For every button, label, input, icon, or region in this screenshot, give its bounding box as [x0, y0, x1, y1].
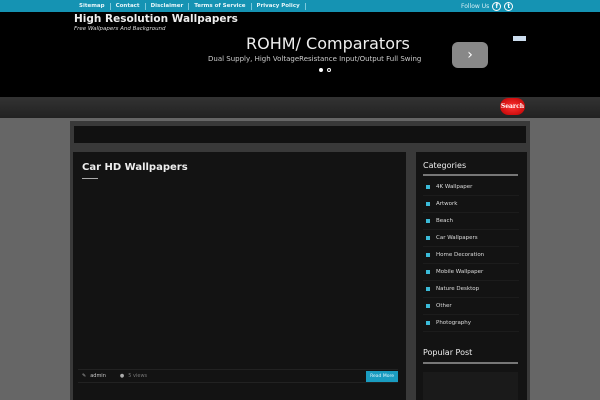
- link-contact[interactable]: Contact: [111, 2, 146, 10]
- ad-dot-1[interactable]: [319, 68, 323, 72]
- ad-subtitle: Dual Supply, High VoltageResistance Inpu…: [208, 55, 422, 63]
- popular-post-title: Popular Post: [423, 348, 473, 357]
- category-item[interactable]: Car Wallpapers: [423, 230, 519, 247]
- category-label: Nature Desktop: [436, 286, 480, 292]
- category-item[interactable]: Nature Desktop: [423, 281, 519, 298]
- category-item[interactable]: Mobile Wallpaper: [423, 264, 519, 281]
- eye-icon: ●: [119, 373, 125, 379]
- ad-title[interactable]: ROHM/ Comparators: [246, 34, 410, 53]
- post-views: 5 views: [128, 373, 148, 379]
- bullet-icon: [426, 253, 430, 257]
- popular-underline: [423, 362, 518, 364]
- ad-dot-2[interactable]: [327, 68, 331, 72]
- site-title[interactable]: High Resolution Wallpapers: [74, 13, 238, 25]
- follow-label: Follow Us: [461, 2, 490, 10]
- category-item[interactable]: Photography: [423, 315, 519, 332]
- category-item[interactable]: Beach: [423, 213, 519, 230]
- top-links: Sitemap Contact Disclaimer Terms of Serv…: [74, 0, 306, 12]
- post-card: Car HD Wallpapers ✎ admin ● 5 views Read…: [73, 152, 406, 400]
- twitter-icon[interactable]: t: [504, 1, 514, 11]
- categories-underline: [423, 174, 518, 176]
- categories-title: Categories: [423, 161, 467, 170]
- category-item[interactable]: Home Decoration: [423, 247, 519, 264]
- bullet-icon: [426, 219, 430, 223]
- category-label: 4K Wallpaper: [436, 184, 473, 190]
- bullet-icon: [426, 304, 430, 308]
- post-meta: ✎ admin ● 5 views Read More: [78, 369, 398, 383]
- category-label: Home Decoration: [436, 252, 485, 258]
- sidebar: Categories 4K Wallpaper Artwork Beach Ca…: [416, 152, 527, 400]
- post-author[interactable]: admin: [90, 373, 106, 379]
- category-label: Other: [436, 303, 452, 309]
- ad-next-button[interactable]: ›: [452, 42, 488, 68]
- link-privacy[interactable]: Privacy Policy: [252, 2, 306, 10]
- site-tagline: Free Wallpapers And Background: [74, 26, 166, 32]
- bullet-icon: [426, 321, 430, 325]
- bullet-icon: [426, 270, 430, 274]
- search-button[interactable]: Search: [500, 98, 525, 115]
- top-bar: Sitemap Contact Disclaimer Terms of Serv…: [0, 0, 600, 12]
- category-item[interactable]: Artwork: [423, 196, 519, 213]
- adchoices-icon[interactable]: [513, 36, 526, 41]
- title-underline: [82, 178, 98, 179]
- categories-list: 4K Wallpaper Artwork Beach Car Wallpaper…: [423, 179, 519, 332]
- category-label: Mobile Wallpaper: [436, 269, 484, 275]
- ad-pagination: [319, 68, 331, 72]
- category-item[interactable]: 4K Wallpaper: [423, 179, 519, 196]
- link-terms[interactable]: Terms of Service: [189, 2, 252, 10]
- popular-post-thumbnail[interactable]: [423, 372, 518, 400]
- pencil-icon: ✎: [82, 373, 87, 379]
- bullet-icon: [426, 202, 430, 206]
- category-label: Artwork: [436, 201, 458, 207]
- link-disclaimer[interactable]: Disclaimer: [146, 2, 190, 10]
- menu-strip: [74, 126, 526, 143]
- link-sitemap[interactable]: Sitemap: [74, 2, 111, 10]
- category-label: Car Wallpapers: [436, 235, 478, 241]
- category-item[interactable]: Other: [423, 298, 519, 315]
- read-more-button[interactable]: Read More: [366, 371, 398, 382]
- follow-us: Follow Us f t: [461, 0, 514, 12]
- post-title[interactable]: Car HD Wallpapers: [82, 162, 188, 173]
- bullet-icon: [426, 185, 430, 189]
- category-label: Beach: [436, 218, 454, 224]
- facebook-icon[interactable]: f: [492, 1, 502, 11]
- bullet-icon: [426, 236, 430, 240]
- bullet-icon: [426, 287, 430, 291]
- category-label: Photography: [436, 320, 472, 326]
